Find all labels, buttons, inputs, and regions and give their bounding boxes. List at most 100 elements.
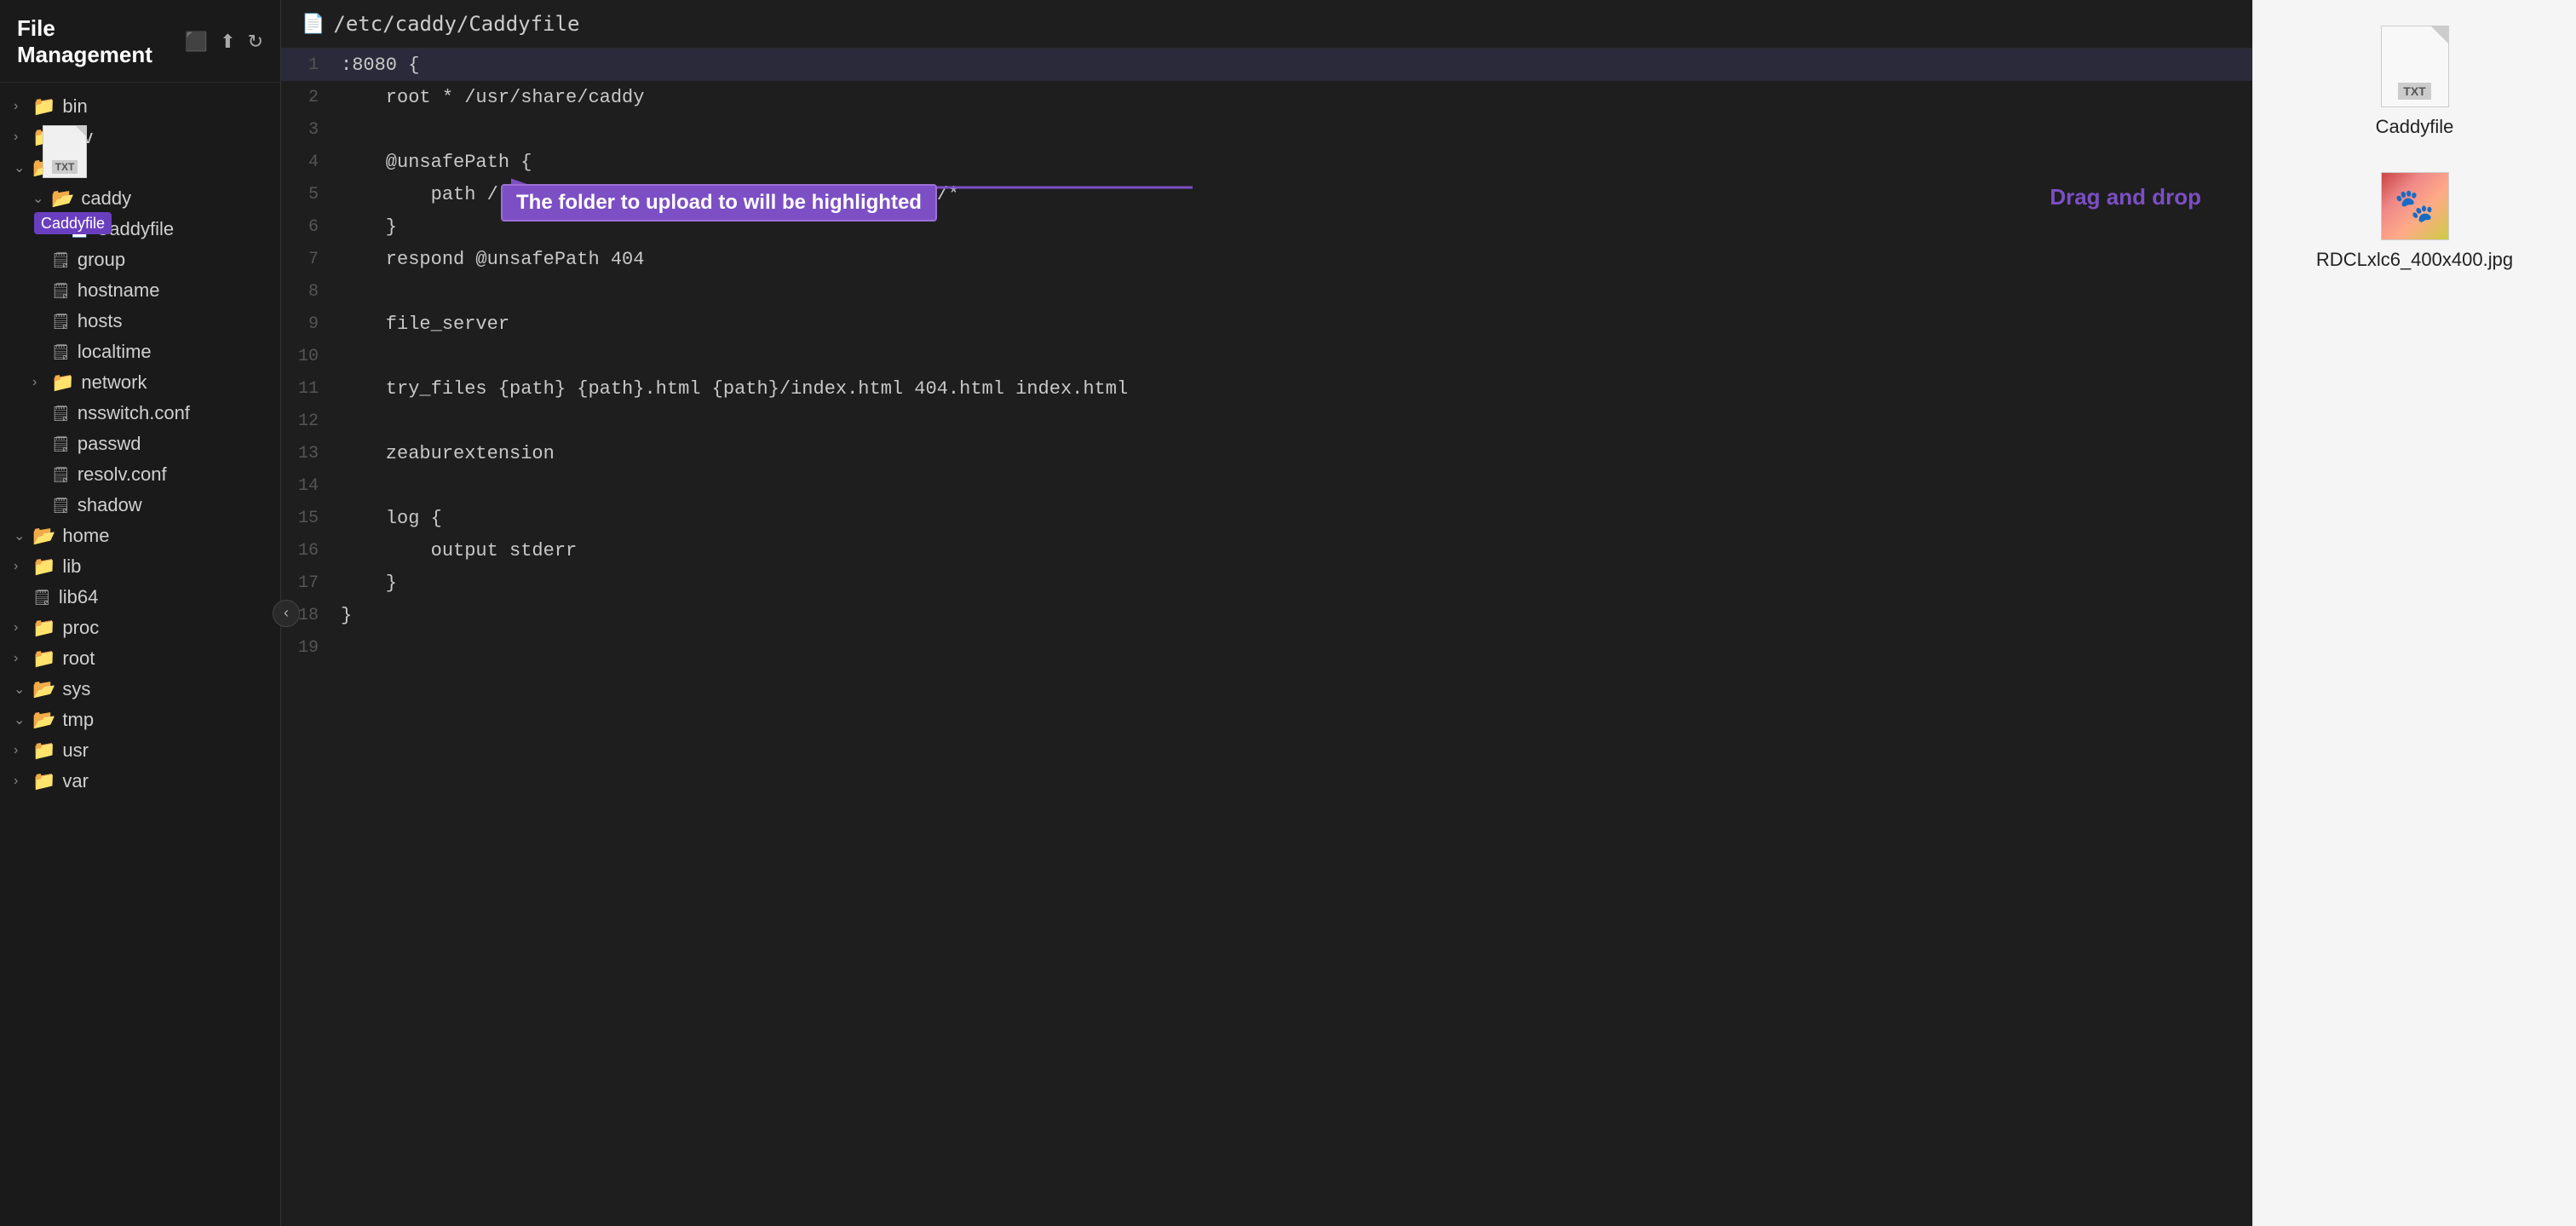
sidebar-item-label: lib bbox=[62, 555, 81, 578]
line-content: try_files {path} {path}.html {path}/inde… bbox=[332, 372, 2252, 405]
right-panel: TXT Caddyfile 🐾 RDCLxlc6_400x400.jpg bbox=[2252, 0, 2576, 1226]
caddyfile-icon: TXT bbox=[2381, 26, 2449, 107]
sidebar-item-root[interactable]: › 📁 root bbox=[0, 643, 280, 674]
chevron-down-icon: ⌄ bbox=[32, 190, 51, 207]
sidebar-item-resolv[interactable]: › 🗒 resolv.conf bbox=[0, 459, 280, 490]
line-number: 12 bbox=[281, 405, 332, 437]
file-icon: 🗒 bbox=[51, 405, 71, 423]
txt-file-preview: TXT bbox=[43, 125, 87, 178]
sidebar-item-label: var bbox=[62, 770, 89, 792]
code-line-13: 13 zeaburextension bbox=[281, 437, 2252, 469]
folder-icon: 📁 bbox=[32, 648, 55, 670]
sidebar-item-hostname[interactable]: › 🗒 hostname bbox=[0, 275, 280, 306]
line-number: 1 bbox=[281, 49, 332, 81]
sidebar-item-caddy[interactable]: ⌄ 📂 caddy TXT Caddyfile bbox=[0, 183, 280, 214]
line-content: zeaburextension bbox=[332, 437, 2252, 469]
folder-icon: 📁 bbox=[32, 617, 55, 639]
chevron-right-icon: › bbox=[14, 774, 32, 789]
chevron-right-icon: › bbox=[14, 559, 32, 574]
file-icon: 🗒 bbox=[51, 466, 71, 484]
chevron-right-icon: › bbox=[14, 743, 32, 758]
chevron-right-icon: › bbox=[14, 99, 32, 114]
sidebar-item-shadow[interactable]: › 🗒 shadow bbox=[0, 490, 280, 521]
sidebar-item-hosts[interactable]: › 🗒 hosts bbox=[0, 306, 280, 337]
code-line-14: 14 bbox=[281, 469, 2252, 502]
sidebar-item-label: network bbox=[81, 371, 147, 394]
chevron-down-icon: ⌄ bbox=[14, 711, 32, 728]
sidebar-item-lib64[interactable]: › 🗒 lib64 bbox=[0, 582, 280, 613]
sidebar-item-localtime[interactable]: › 🗒 localtime bbox=[0, 337, 280, 367]
folder-icon: 📁 bbox=[32, 95, 55, 118]
refresh-icon[interactable]: ↻ bbox=[248, 31, 263, 53]
sidebar-item-sys[interactable]: ⌄ 📂 sys bbox=[0, 674, 280, 705]
line-number: 4 bbox=[281, 146, 332, 178]
code-line-17: 17 } bbox=[281, 567, 2252, 599]
code-line-2: 2 root * /usr/share/caddy bbox=[281, 81, 2252, 113]
sidebar-item-label: home bbox=[62, 525, 109, 547]
chevron-down-icon: ⌄ bbox=[14, 159, 32, 176]
code-editor[interactable]: 1:8080 {2 root * /usr/share/caddy34 @uns… bbox=[281, 49, 2252, 1226]
folder-open-icon: 📂 bbox=[32, 709, 55, 731]
sidebar-item-lib[interactable]: › 📁 lib bbox=[0, 551, 280, 582]
line-number: 6 bbox=[281, 210, 332, 243]
sidebar-header: File Management ⬛ ⬆ ↻ bbox=[0, 0, 280, 83]
sidebar-item-label: passwd bbox=[78, 433, 141, 455]
file-icon: 🗒 bbox=[51, 435, 71, 453]
folder-open-icon: 📂 bbox=[51, 187, 74, 210]
chevron-down-icon: ⌄ bbox=[14, 527, 32, 544]
line-content: file_server bbox=[332, 308, 2252, 340]
sidebar-item-label: tmp bbox=[62, 709, 94, 731]
highlight-label: The folder to upload to will be highligh… bbox=[501, 184, 937, 222]
code-line-9: 9 file_server bbox=[281, 308, 2252, 340]
sidebar-title: File Management bbox=[17, 15, 185, 68]
sidebar-item-group[interactable]: › 🗒 group bbox=[0, 245, 280, 275]
line-number: 13 bbox=[281, 437, 332, 469]
sidebar-item-network[interactable]: › 📁 network bbox=[0, 367, 280, 398]
folder-open-icon: 📂 bbox=[32, 525, 55, 547]
file-icon: 🗒 bbox=[51, 251, 71, 269]
line-number: 17 bbox=[281, 567, 332, 599]
main-content: 📄 /etc/caddy/Caddyfile 1:8080 {2 root * … bbox=[281, 0, 2252, 1226]
sidebar-item-label: bin bbox=[62, 95, 87, 118]
sidebar-item-label: proc bbox=[62, 617, 99, 639]
line-content: :8080 { bbox=[332, 49, 2252, 81]
line-content: output stderr bbox=[332, 534, 2252, 567]
sidebar-item-nsswitch[interactable]: › 🗒 nsswitch.conf bbox=[0, 398, 280, 429]
upload-icon[interactable]: ⬆ bbox=[220, 31, 235, 53]
chevron-right-icon: › bbox=[32, 375, 51, 390]
collapse-sidebar-button[interactable]: ‹ bbox=[273, 600, 300, 627]
line-number: 15 bbox=[281, 502, 332, 534]
sidebar-item-home[interactable]: ⌄ 📂 home bbox=[0, 521, 280, 551]
sidebar-item-label: hosts bbox=[78, 310, 123, 332]
sidebar-item-label: localtime bbox=[78, 341, 152, 363]
file-header-icon: 📄 bbox=[302, 13, 325, 35]
file-icon: 🗒 bbox=[51, 497, 71, 515]
chevron-right-icon: › bbox=[14, 620, 32, 636]
sidebar-item-label: root bbox=[62, 648, 95, 670]
line-number: 2 bbox=[281, 81, 332, 113]
line-number: 16 bbox=[281, 534, 332, 567]
sidebar-item-proc[interactable]: › 📁 proc bbox=[0, 613, 280, 643]
folder-open-icon: 📂 bbox=[32, 678, 55, 700]
sidebar-header-icons: ⬛ ⬆ ↻ bbox=[185, 31, 263, 53]
sidebar-item-label: usr bbox=[62, 740, 89, 762]
sidebar-item-bin[interactable]: › 📁 bin bbox=[0, 91, 280, 122]
chevron-right-icon: › bbox=[14, 130, 32, 145]
code-line-7: 7 respond @unsafePath 404 bbox=[281, 243, 2252, 275]
file-icon: 🗒 bbox=[51, 313, 71, 331]
video-icon[interactable]: ⬛ bbox=[185, 31, 208, 53]
line-number: 9 bbox=[281, 308, 332, 340]
code-table: 1:8080 {2 root * /usr/share/caddy34 @uns… bbox=[281, 49, 2252, 664]
sidebar-item-usr[interactable]: › 📁 usr bbox=[0, 735, 280, 766]
code-line-12: 12 bbox=[281, 405, 2252, 437]
drag-drop-label: Drag and drop bbox=[2050, 184, 2201, 210]
right-item-caddyfile: TXT Caddyfile bbox=[2270, 26, 2559, 138]
line-content bbox=[332, 631, 2252, 664]
sidebar-item-var[interactable]: › 📁 var bbox=[0, 766, 280, 797]
sidebar-item-passwd[interactable]: › 🗒 passwd bbox=[0, 429, 280, 459]
sidebar-item-tmp[interactable]: ⌄ 📂 tmp bbox=[0, 705, 280, 735]
code-line-10: 10 bbox=[281, 340, 2252, 372]
line-content bbox=[332, 405, 2252, 437]
file-path: /etc/caddy/Caddyfile bbox=[333, 12, 579, 36]
right-item-jpg: 🐾 RDCLxlc6_400x400.jpg bbox=[2270, 172, 2559, 271]
